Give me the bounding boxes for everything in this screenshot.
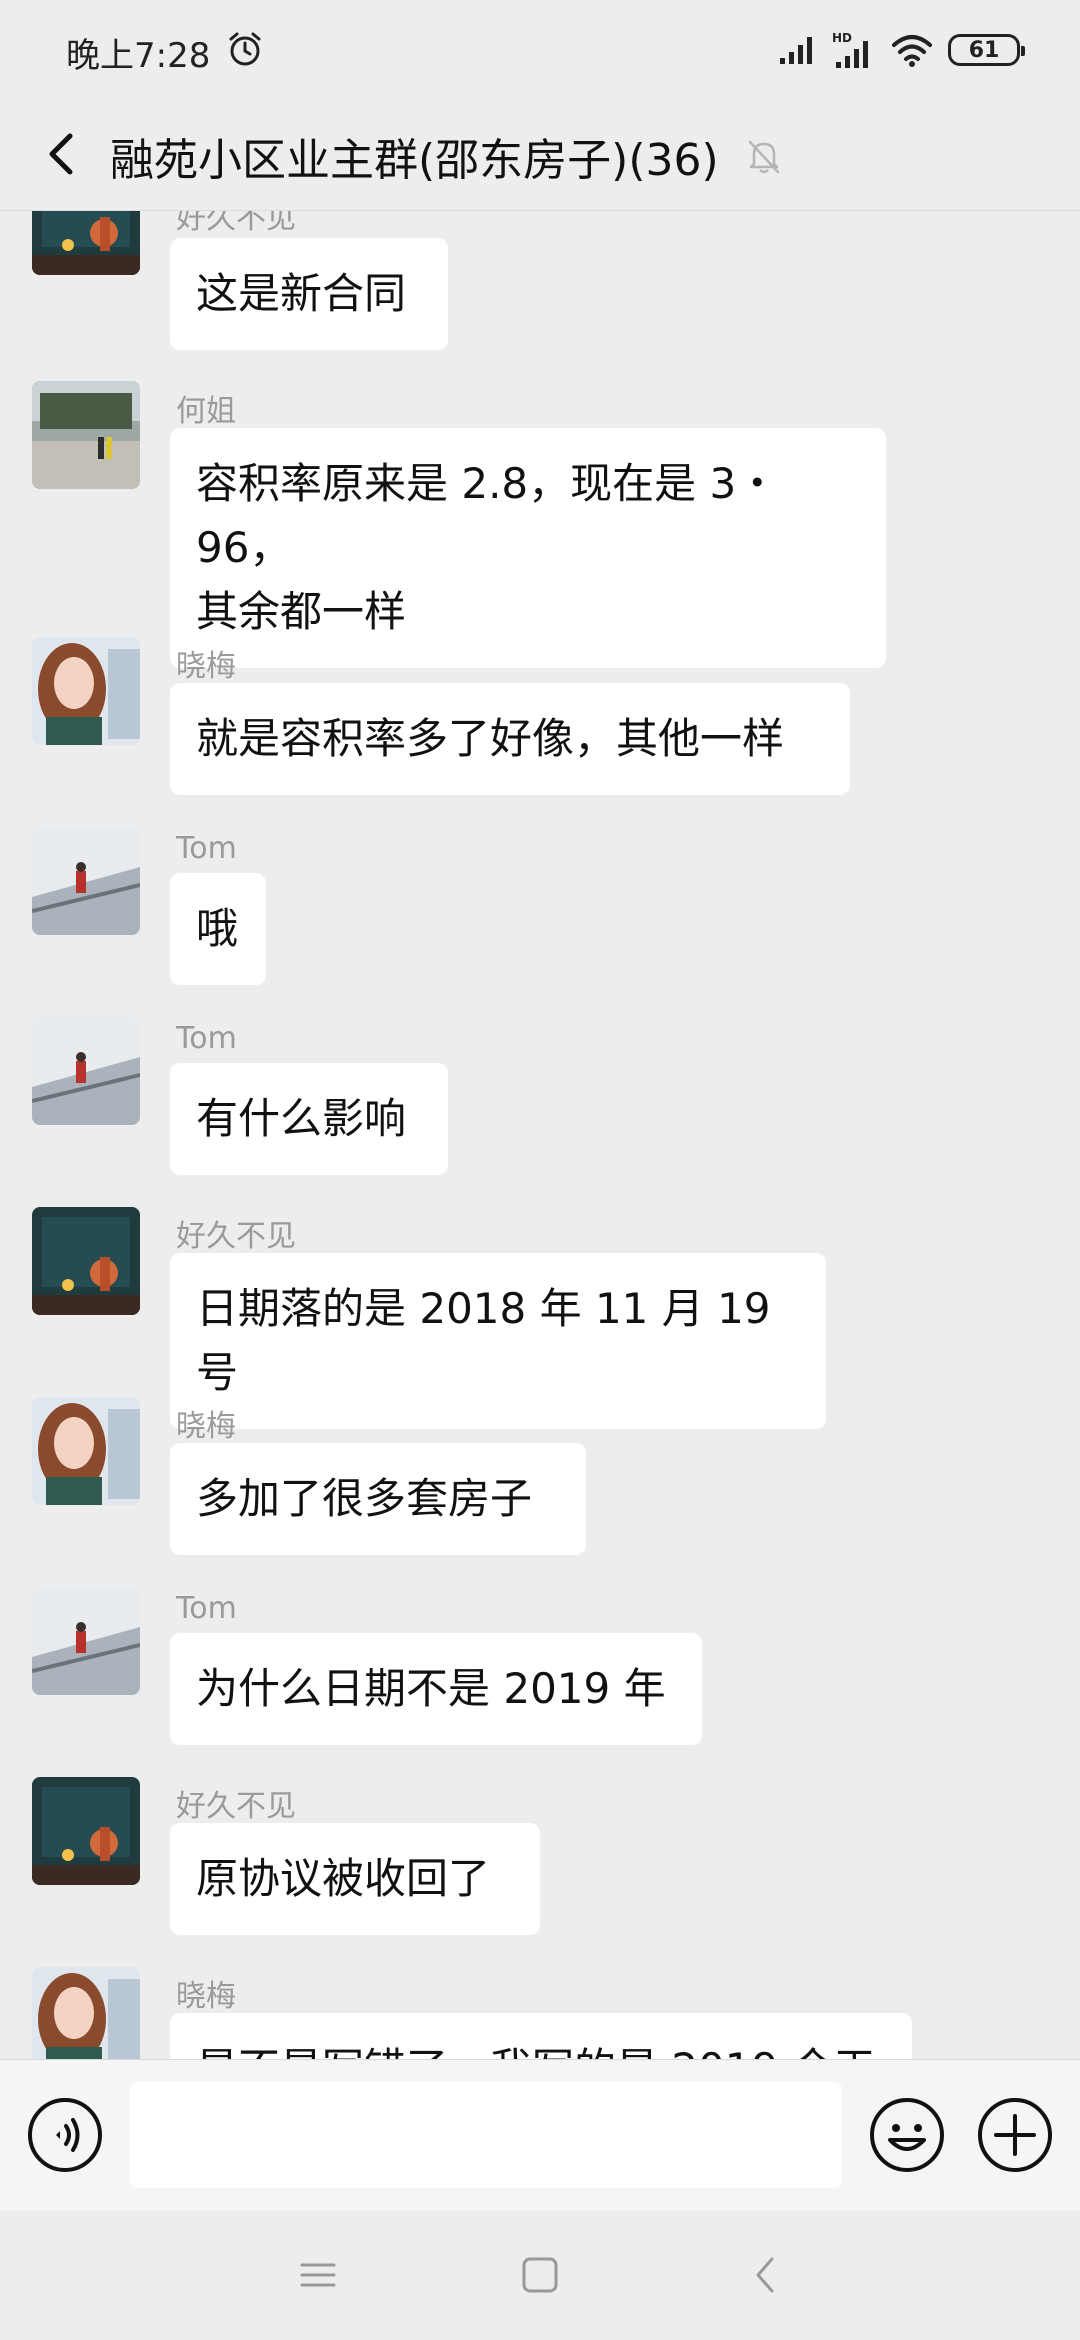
signal-icon bbox=[780, 37, 812, 64]
emoji-icon[interactable] bbox=[868, 2096, 946, 2174]
sender-name: Tom bbox=[176, 1021, 237, 1056]
sender-name: 好久不见 bbox=[176, 211, 296, 236]
sender-name: 晓梅 bbox=[176, 1979, 236, 2014]
message-bubble[interactable]: 有什么影响 bbox=[170, 1063, 448, 1175]
battery-icon: 61 bbox=[948, 34, 1025, 66]
mute-bell-icon bbox=[748, 140, 780, 174]
message-bubble[interactable]: 就是容积率多了好像，其他一样 bbox=[170, 683, 850, 795]
chat-header: 融苑小区业主群(邵东房子)(36) bbox=[0, 100, 1080, 211]
avatar[interactable] bbox=[32, 1587, 140, 1695]
sender-name: Tom bbox=[176, 1591, 237, 1626]
plus-icon[interactable] bbox=[976, 2096, 1054, 2174]
back-icon[interactable] bbox=[744, 2253, 788, 2297]
system-nav-bar bbox=[0, 2211, 1080, 2340]
input-bar bbox=[0, 2059, 1080, 2211]
avatar[interactable] bbox=[32, 1017, 140, 1125]
status-bar: 晚上7:28 HD 61 bbox=[0, 0, 1080, 100]
menu-icon[interactable] bbox=[296, 2253, 340, 2297]
voice-icon[interactable] bbox=[26, 2096, 104, 2174]
home-icon[interactable] bbox=[518, 2253, 562, 2297]
avatar[interactable] bbox=[32, 1967, 140, 2059]
message-bubble[interactable]: 这是新合同 bbox=[170, 238, 448, 350]
message-bubble[interactable]: 容积率原来是 2.8，现在是 3・96， 其余都一样 bbox=[170, 428, 886, 668]
svg-text:HD: HD bbox=[832, 31, 852, 45]
wifi-icon bbox=[892, 35, 932, 67]
sender-name: 好久不见 bbox=[176, 1789, 296, 1824]
message-bubble[interactable]: 日期落的是 2018 年 11 月 19 号 bbox=[170, 1253, 826, 1429]
status-icons: HD 61 bbox=[778, 28, 1025, 72]
sender-name: 晓梅 bbox=[176, 649, 236, 684]
chat-title[interactable]: 融苑小区业主群(邵东房子)(36) bbox=[110, 124, 719, 188]
sender-name: Tom bbox=[176, 831, 237, 866]
message-bubble[interactable]: 是不是写错了，我写的是 2019 今天 bbox=[170, 2013, 912, 2059]
back-arrow-icon[interactable] bbox=[30, 122, 94, 186]
avatar[interactable] bbox=[32, 1397, 140, 1505]
message-bubble[interactable]: 为什么日期不是 2019 年 bbox=[170, 1633, 702, 1745]
sender-name: 何姐 bbox=[176, 394, 236, 429]
message-bubble[interactable]: 多加了很多套房子 bbox=[170, 1443, 586, 1555]
sender-name: 好久不见 bbox=[176, 1219, 296, 1254]
status-time: 晚上7:28 bbox=[66, 36, 211, 76]
avatar[interactable] bbox=[32, 1207, 140, 1315]
alarm-icon bbox=[229, 32, 261, 66]
message-bubble[interactable]: 哦 bbox=[170, 873, 266, 985]
avatar[interactable] bbox=[32, 381, 140, 489]
avatar[interactable] bbox=[32, 637, 140, 745]
battery-level: 61 bbox=[968, 37, 1000, 63]
message-input[interactable] bbox=[130, 2082, 842, 2188]
sender-name: 晓梅 bbox=[176, 1409, 236, 1444]
hd-signal-icon: HD bbox=[832, 31, 868, 68]
avatar[interactable] bbox=[32, 1777, 140, 1885]
message-list[interactable]: 好久不见 这是新合同 何姐 容积率原来是 2.8，现在是 3・96， 其余都一样 bbox=[0, 211, 1080, 2059]
avatar[interactable] bbox=[32, 827, 140, 935]
avatar[interactable] bbox=[32, 211, 140, 275]
message-bubble[interactable]: 原协议被收回了 bbox=[170, 1823, 540, 1935]
